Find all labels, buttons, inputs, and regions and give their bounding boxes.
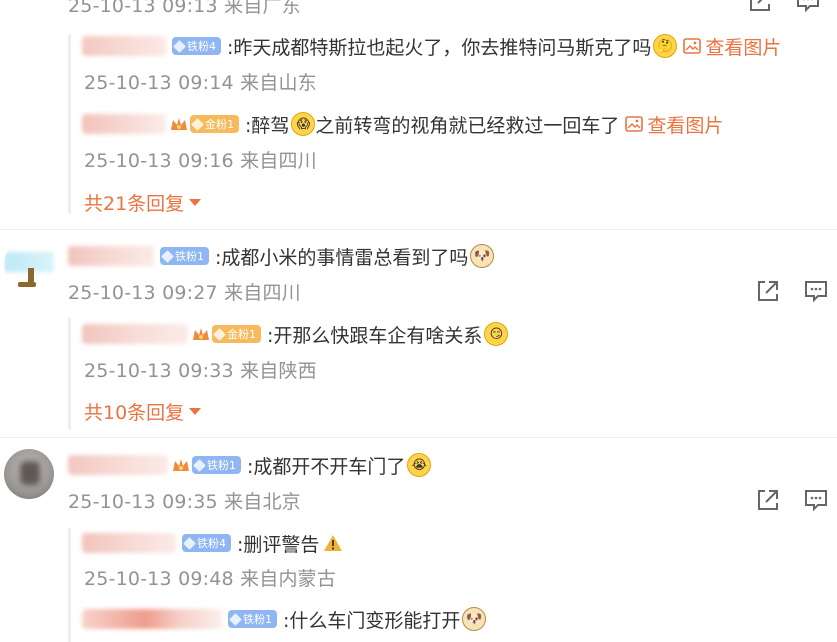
fan-badge: 金粉1 xyxy=(190,115,239,133)
fan-badge: 铁粉1 xyxy=(228,610,277,628)
reply-meta: 25-10-13 09:48 来自内蒙古 xyxy=(84,568,337,590)
fearful-emoji-icon: 😱 xyxy=(291,112,316,136)
reply-item: 金粉1 :开那么快跟车企有啥关系 😏 xyxy=(82,321,509,347)
badge-label: 金粉1 xyxy=(227,328,256,341)
doge-emoji-icon: 🐶 xyxy=(462,607,487,631)
username-redacted[interactable] xyxy=(82,533,176,553)
image-icon xyxy=(625,116,644,132)
badge-label: 铁粉1 xyxy=(243,613,272,626)
doge-emoji-icon: 🐶 xyxy=(470,244,495,268)
reply-text: :醉驾 xyxy=(245,114,290,137)
avatar[interactable] xyxy=(4,238,56,290)
badge-label: 铁粉4 xyxy=(187,40,216,53)
reply-meta: 25-10-13 09:16 来自四川 xyxy=(84,150,317,172)
comment-text: :成都小米的事情雷总看到了吗 xyxy=(215,246,469,269)
reply-text: :昨天成都特斯拉也起火了，你去推特问马斯克了吗 xyxy=(227,36,652,59)
share-icon[interactable] xyxy=(755,487,781,513)
comment-meta: 25-10-13 09:27 来自四川 xyxy=(68,282,301,304)
crown-icon xyxy=(171,118,187,130)
badge-label: 铁粉1 xyxy=(175,250,204,263)
chevron-down-icon xyxy=(189,199,202,206)
crown-icon xyxy=(193,328,209,340)
reply-item: 铁粉1 :什么车门变形能打开 🐶 xyxy=(82,606,487,632)
reply-item: 铁粉4 :昨天成都特斯拉也起火了，你去推特问马斯克了吗 🤔 查看图片 xyxy=(82,33,781,59)
thinking-emoji-icon: 🤔 xyxy=(653,34,678,58)
share-icon[interactable] xyxy=(755,278,781,304)
badge-label: 金粉1 xyxy=(205,118,234,131)
reply-text: :删评警告 xyxy=(237,533,320,556)
comment-header: 铁粉1 :成都开不开车门了 😭 xyxy=(68,452,432,478)
crown-icon xyxy=(173,459,189,471)
diamond-icon xyxy=(191,117,204,131)
reply-item: 铁粉4 :删评警告 xyxy=(82,530,343,556)
view-image-label: 查看图片 xyxy=(647,114,724,137)
reply-thread-bar xyxy=(68,34,71,214)
show-more-label: 共10条回复 xyxy=(84,402,185,424)
reply-thread-bar xyxy=(68,528,71,642)
comment-divider xyxy=(0,229,837,230)
comment-meta-cut: 25-10-13 09:13 来自广东 xyxy=(68,0,301,17)
badge-label: 铁粉4 xyxy=(197,537,226,550)
username-redacted[interactable] xyxy=(82,114,166,134)
comment-divider xyxy=(0,437,837,438)
comment-icon[interactable] xyxy=(803,278,829,304)
username-redacted[interactable] xyxy=(68,455,168,475)
reply-text: 之前转弯的视角就已经救过一回车了 xyxy=(315,114,620,137)
reply-text: :开那么快跟车企有啥关系 xyxy=(267,324,483,347)
badge-label: 铁粉1 xyxy=(207,459,236,472)
comment-meta: 25-10-13 09:35 来自北京 xyxy=(68,491,301,513)
fan-badge: 铁粉1 xyxy=(192,456,241,474)
comment-text: :成都开不开车门了 xyxy=(247,455,406,478)
reply-meta: 25-10-13 09:33 来自陕西 xyxy=(84,360,317,382)
image-icon xyxy=(683,38,702,54)
view-image-link[interactable]: 查看图片 xyxy=(683,33,781,60)
crying-emoji-icon: 😭 xyxy=(407,453,432,477)
username-redacted[interactable] xyxy=(82,324,188,344)
username-redacted[interactable] xyxy=(82,36,166,56)
diamond-icon xyxy=(229,612,242,626)
view-image-link[interactable]: 查看图片 xyxy=(625,111,723,138)
view-image-label: 查看图片 xyxy=(705,36,782,59)
reply-text: :什么车门变形能打开 xyxy=(283,609,461,632)
diamond-icon xyxy=(213,327,226,341)
comment-icon[interactable] xyxy=(795,0,821,14)
chevron-down-icon xyxy=(189,408,202,415)
reply-thread-bar xyxy=(68,318,71,430)
reply-item: 金粉1 :醉驾 😱 之前转弯的视角就已经救过一回车了 查看图片 xyxy=(82,111,723,137)
fan-badge: 金粉1 xyxy=(212,325,261,343)
diamond-icon xyxy=(193,458,206,472)
username-redacted[interactable] xyxy=(82,609,222,629)
comment-icon[interactable] xyxy=(803,487,829,513)
username-redacted[interactable] xyxy=(68,246,154,266)
smirk-emoji-icon: 😏 xyxy=(484,322,509,346)
share-icon[interactable] xyxy=(747,0,773,14)
show-more-replies-button[interactable]: 共10条回复 xyxy=(84,398,202,425)
avatar[interactable] xyxy=(4,449,54,499)
diamond-icon xyxy=(173,39,186,53)
show-more-label: 共21条回复 xyxy=(84,193,185,215)
show-more-replies-button[interactable]: 共21条回复 xyxy=(84,189,202,216)
warning-icon xyxy=(324,535,343,551)
diamond-icon xyxy=(161,249,174,263)
reply-meta: 25-10-13 09:14 来自山东 xyxy=(84,72,317,94)
fan-badge: 铁粉1 xyxy=(160,247,209,265)
comment-header: 铁粉1 :成都小米的事情雷总看到了吗 🐶 xyxy=(68,243,495,269)
diamond-icon xyxy=(183,536,196,550)
fan-badge: 铁粉4 xyxy=(182,534,231,552)
fan-badge: 铁粉4 xyxy=(172,37,221,55)
